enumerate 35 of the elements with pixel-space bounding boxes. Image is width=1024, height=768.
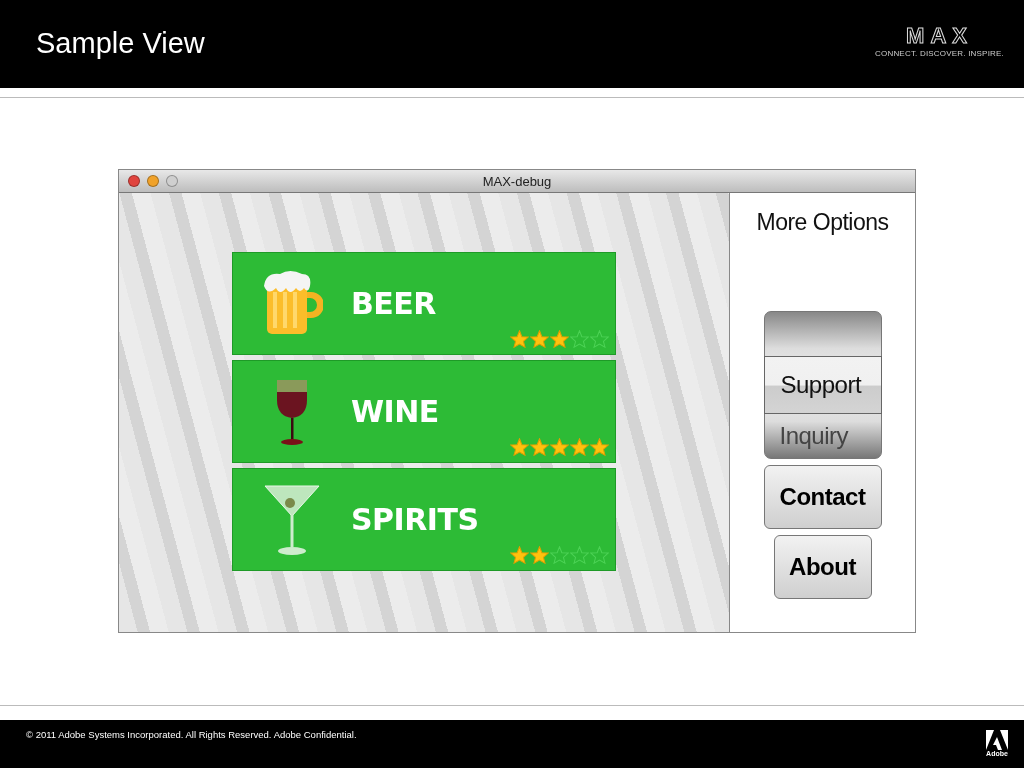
star-icon xyxy=(590,438,609,456)
category-name: SPIRITS xyxy=(351,502,479,537)
logo-tagline: CONNECT. DISCOVER. INSPIRE. xyxy=(875,48,1004,58)
star-icon xyxy=(530,546,549,564)
logo-wordmark: MAX xyxy=(906,24,973,47)
star-icon xyxy=(590,330,609,348)
slide-title: Sample View xyxy=(36,26,205,60)
category-name: WINE xyxy=(351,394,439,429)
category-name: BEER xyxy=(351,286,436,321)
star-icon xyxy=(550,546,569,564)
star-icon xyxy=(530,438,549,456)
star-icon xyxy=(590,546,609,564)
star-icon xyxy=(510,330,529,348)
option-button[interactable]: About xyxy=(773,535,872,599)
window-title: MAX-debug xyxy=(482,173,552,189)
option-picker[interactable]: Support Inquiry xyxy=(763,311,882,459)
picker-item[interactable]: Support xyxy=(763,356,882,414)
copyright-text: © 2011 Adobe Systems Incorporated. All Rights Reserved. Adobe Confidential. xyxy=(26,729,357,740)
panel-title: More Options xyxy=(756,209,889,236)
star-icon xyxy=(550,330,569,348)
star-icon xyxy=(550,438,569,456)
zoom-button[interactable] xyxy=(166,175,178,187)
wine-glass-icon xyxy=(275,377,309,446)
star-icon xyxy=(530,330,549,348)
cocktail-glass-icon xyxy=(264,482,320,557)
option-button[interactable]: Contact xyxy=(763,465,882,529)
picker-item[interactable]: Inquiry xyxy=(763,414,882,458)
star-icon xyxy=(510,438,529,456)
star-icon xyxy=(570,330,589,348)
minimize-button[interactable] xyxy=(147,175,159,187)
star-icon xyxy=(570,546,589,564)
star-icon xyxy=(510,546,529,564)
star-icon xyxy=(570,438,589,456)
close-button[interactable] xyxy=(128,175,140,187)
brand-logo-icon xyxy=(986,730,1008,750)
